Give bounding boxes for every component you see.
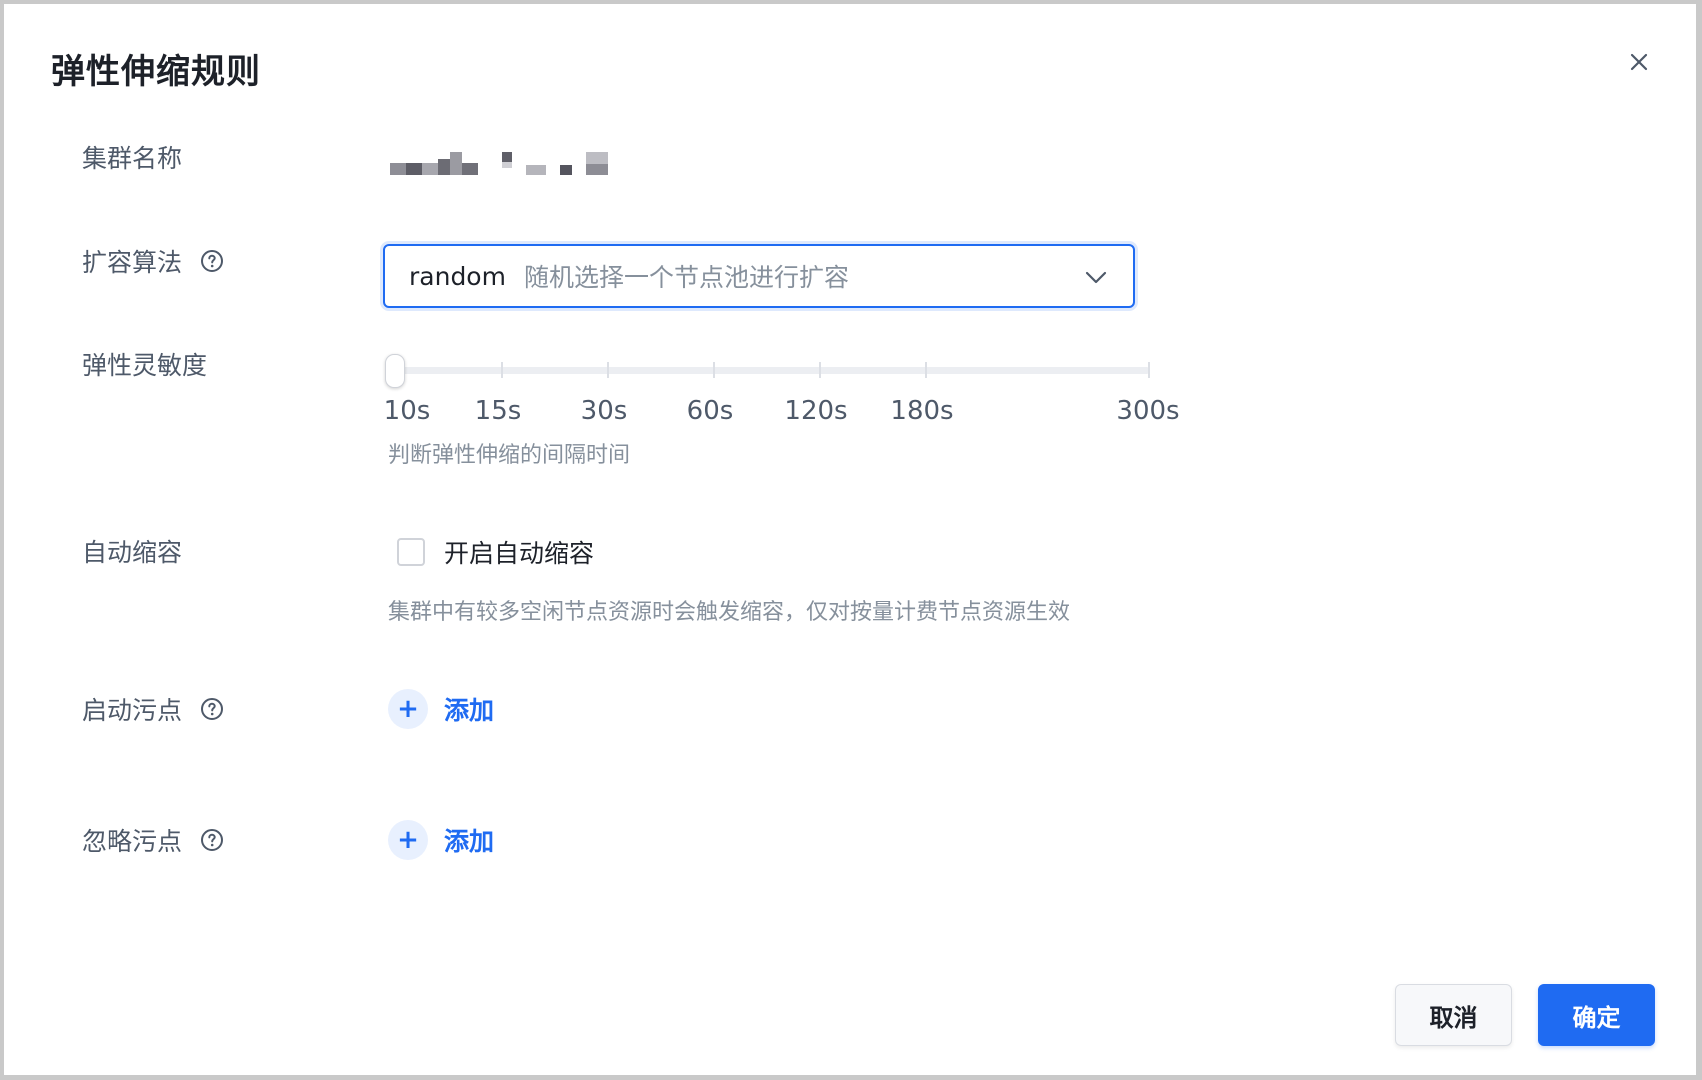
slider-tick: [925, 362, 927, 378]
close-icon[interactable]: [1619, 42, 1659, 82]
chevron-down-icon: [1085, 271, 1107, 284]
add-ignore-taint-label: 添加: [444, 827, 495, 856]
plus-icon: +: [388, 689, 428, 729]
auto-scale-down-checkbox[interactable]: [397, 538, 425, 566]
cluster-name-label: 集群名称: [82, 144, 183, 173]
expand-algorithm-select[interactable]: random 随机选择一个节点池进行扩容: [383, 244, 1135, 308]
startup-taints-label: 启动污点: [82, 689, 224, 729]
dialog-title: 弹性伸缩规则: [51, 52, 261, 92]
question-circle-icon[interactable]: [200, 828, 224, 852]
question-circle-icon[interactable]: [200, 697, 224, 721]
selected-algorithm-description: 随机选择一个节点池进行扩容: [523, 263, 849, 292]
auto-scale-down-checkbox-row[interactable]: 开启自动缩容: [397, 534, 594, 570]
slider-tick: [501, 362, 503, 378]
tick-label[interactable]: 120s: [784, 396, 847, 426]
add-startup-taint-label: 添加: [444, 696, 495, 725]
slider-tick: [1148, 362, 1150, 378]
tick-label[interactable]: 10s: [384, 396, 431, 426]
cancel-button[interactable]: 取消: [1395, 984, 1512, 1046]
slider-tick: [819, 362, 821, 378]
tick-label[interactable]: 30s: [581, 396, 628, 426]
slider-tick: [607, 362, 609, 378]
sensitivity-slider[interactable]: [385, 354, 1150, 388]
auto-scale-down-hint: 集群中有较多空闲节点资源时会触发缩容，仅对按量计费节点资源生效: [388, 600, 1071, 625]
tick-label[interactable]: 180s: [890, 396, 953, 426]
tick-label[interactable]: 60s: [687, 396, 734, 426]
auto-scale-down-label: 自动缩容: [82, 538, 183, 567]
sensitivity-hint: 判断弹性伸缩的间隔时间: [388, 443, 631, 468]
plus-icon: +: [388, 820, 428, 860]
sensitivity-label: 弹性灵敏度: [82, 351, 208, 380]
question-circle-icon[interactable]: [200, 249, 224, 273]
auto-scale-down-checkbox-label[interactable]: 开启自动缩容: [444, 534, 594, 570]
cluster-name-masked-value: [390, 152, 608, 175]
tick-label[interactable]: 300s: [1116, 396, 1179, 426]
ignore-taints-label: 忽略污点: [82, 820, 224, 860]
add-ignore-taint-button[interactable]: + 添加: [388, 820, 494, 860]
expand-algorithm-label: 扩容算法: [82, 241, 224, 281]
selected-algorithm: random: [409, 261, 506, 291]
tick-label[interactable]: 15s: [475, 396, 522, 426]
add-startup-taint-button[interactable]: + 添加: [388, 689, 494, 729]
elastic-scaling-dialog: 弹性伸缩规则 集群名称 扩容算法 random 随机选择一个节点池进行扩容 弹性…: [4, 4, 1696, 1075]
slider-tick: [713, 362, 715, 378]
slider-thumb[interactable]: [385, 354, 405, 388]
confirm-button[interactable]: 确定: [1538, 984, 1655, 1046]
